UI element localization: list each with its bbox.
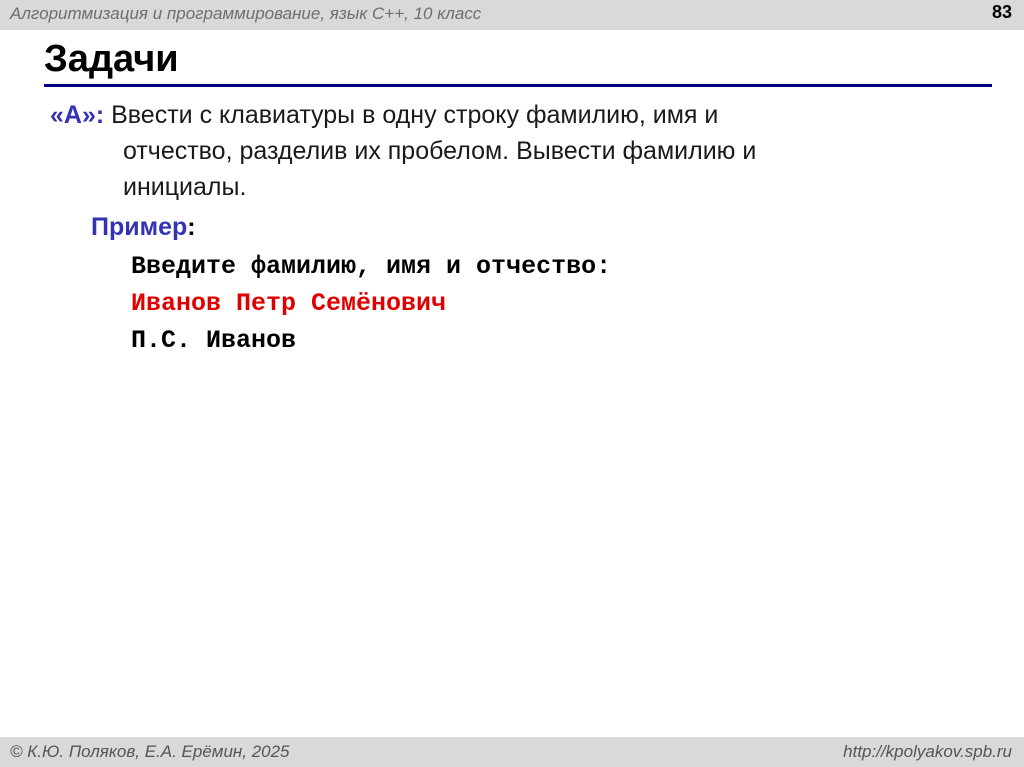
example-colon: : (187, 213, 196, 241)
example-heading: Пример: (91, 210, 196, 244)
page-number: 83 (991, 2, 1012, 22)
task-description: «A»: Ввести с клавиатуры в одну строку ф… (50, 97, 950, 205)
example-console-output: Введите фамилию, имя и отчество: Иванов … (131, 248, 611, 359)
slide: Алгоритмизация и программирование, язык … (0, 0, 1024, 767)
console-prompt-line: Введите фамилию, имя и отчество: (131, 252, 612, 281)
page-title: Задачи (44, 38, 179, 80)
footer-bar: © К.Ю. Поляков, Е.А. Ерёмин, 2025 http:/… (0, 737, 1024, 767)
title-divider (44, 84, 992, 87)
footer-authors: © К.Ю. Поляков, Е.А. Ерёмин, 2025 (10, 742, 290, 761)
header-bar: Алгоритмизация и программирование, язык … (0, 0, 1024, 30)
task-line-1: «A»: Ввести с клавиатуры в одну строку ф… (50, 97, 950, 133)
task-label: «A»: (50, 101, 105, 129)
console-result-line: П.С. Иванов (131, 326, 297, 355)
footer-site-link[interactable]: http://kpolyakov.spb.ru (843, 742, 1012, 762)
console-input-line: Иванов Петр Семёнович (131, 289, 447, 318)
task-text-1: Ввести с клавиатуры в одну строку фамили… (104, 101, 719, 129)
example-label: Пример (91, 213, 188, 241)
task-line-3: инициалы. (123, 173, 247, 201)
course-title: Алгоритмизация и программирование, язык … (10, 4, 482, 23)
task-line-2: отчество, разделив их пробелом. Вывести … (123, 137, 757, 165)
